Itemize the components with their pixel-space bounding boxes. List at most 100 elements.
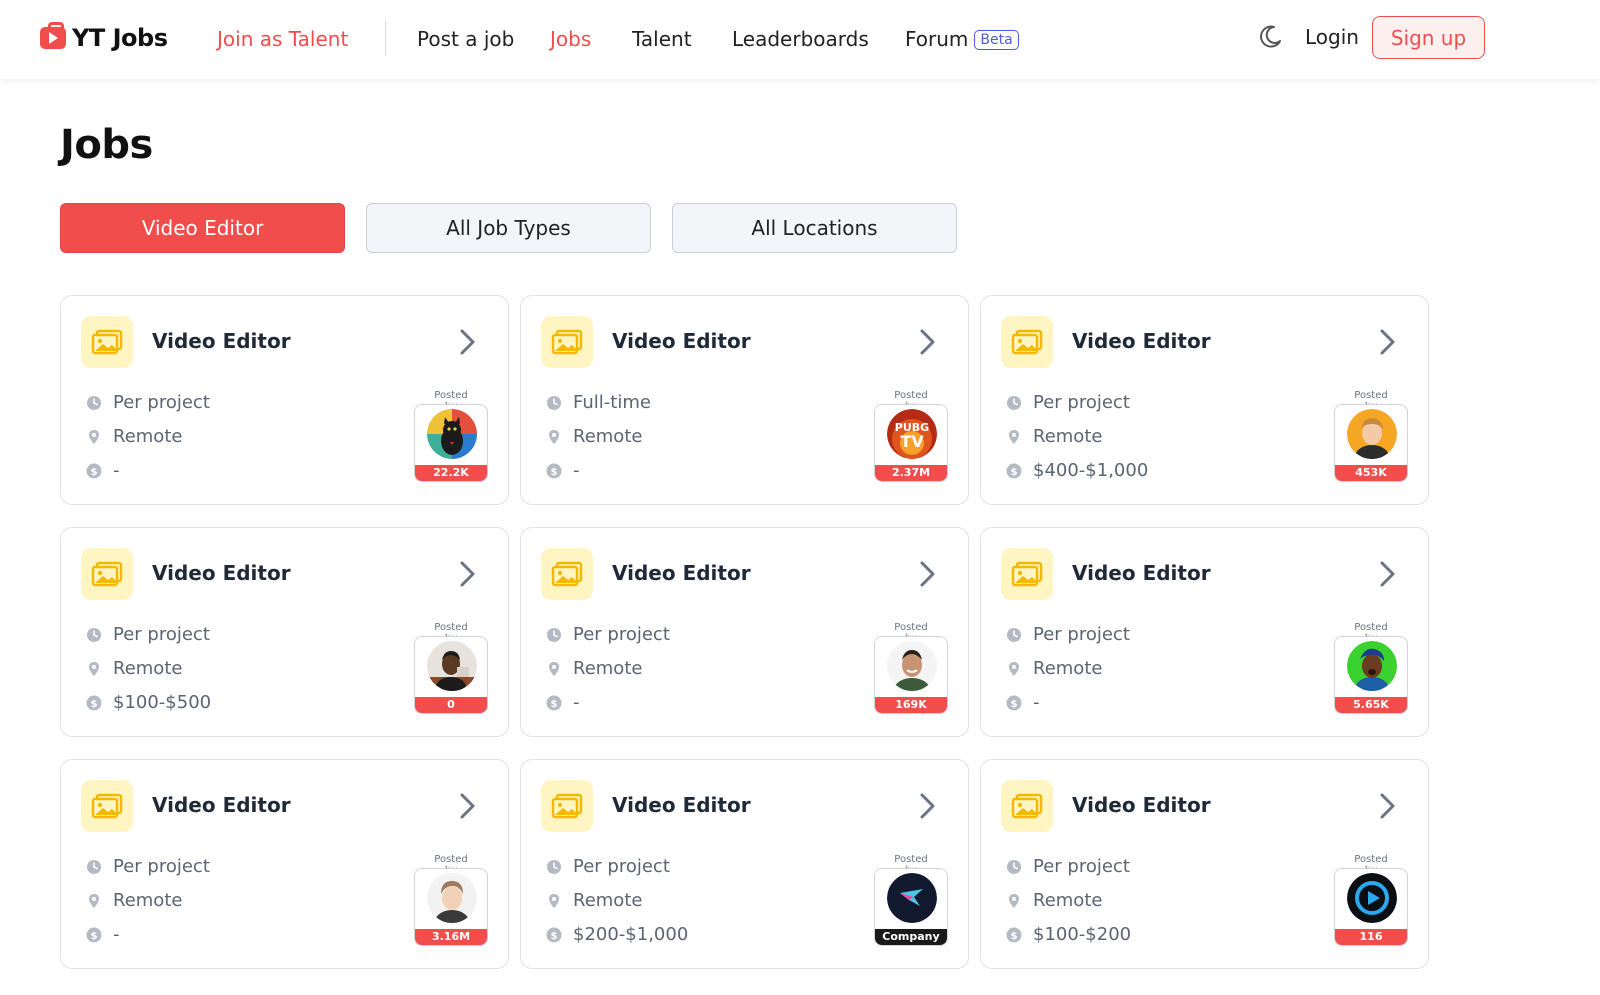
job-card[interactable]: Video Editor Per project Remote $ $400-$… [980,295,1429,505]
job-title: Video Editor [152,329,291,353]
svg-text:$: $ [1011,699,1018,710]
chevron-right-icon[interactable] [1374,326,1400,358]
job-type-filter-select[interactable]: All Job Types [366,203,651,253]
job-type-row: Per project [1006,624,1130,645]
poster-card[interactable]: 453K [1334,404,1408,482]
nav-talent[interactable]: Talent [632,27,692,51]
beta-badge: Beta [974,30,1019,50]
clock-icon [546,627,562,643]
job-pay: - [113,924,120,945]
chevron-right-icon[interactable] [914,326,940,358]
job-pay: - [113,460,120,481]
poster-card[interactable]: 169K [874,636,948,714]
dollar-icon: $ [86,463,102,479]
job-card[interactable]: Video Editor Per project Remote $ $100-$… [980,759,1429,969]
job-card[interactable]: Video Editor Full-time Remote $ - Posted… [520,295,969,505]
poster-card[interactable]: PUBG TV 2.37M [874,404,948,482]
job-pay: $200-$1,000 [573,924,689,945]
chevron-right-icon[interactable] [1374,790,1400,822]
subscriber-count-badge: 5.65K [1335,697,1407,713]
login-link[interactable]: Login [1305,25,1359,49]
chevron-right-icon[interactable] [454,558,480,590]
subscriber-count-badge: 453K [1335,465,1407,481]
chevron-right-icon[interactable] [454,326,480,358]
image-gallery-icon [541,316,593,368]
map-pin-icon [546,893,562,909]
job-card[interactable]: Video Editor Per project Remote $ $100-$… [60,527,509,737]
clock-icon [546,859,562,875]
top-nav: YT Jobs Join as Talent Post a job Jobs T… [0,0,1600,79]
job-card[interactable]: Video Editor Per project Remote $ $200-$… [520,759,969,969]
job-location: Remote [113,426,183,447]
svg-text:$: $ [551,699,558,710]
job-card[interactable]: Video Editor Per project Remote $ - Post… [520,527,969,737]
job-pay: - [573,460,580,481]
map-pin-icon [1006,661,1022,677]
job-pay-row: $ $100-$200 [1006,924,1131,945]
svg-text:$: $ [551,931,558,942]
channel-avatar [1347,409,1397,459]
dollar-icon: $ [546,927,562,943]
svg-text:$: $ [1011,931,1018,942]
poster-card[interactable]: 0 [414,636,488,714]
job-title: Video Editor [1072,561,1211,585]
role-filter-select[interactable]: Video Editor [60,203,345,253]
chevron-right-icon[interactable] [454,790,480,822]
job-title: Video Editor [612,793,751,817]
job-type-row: Per project [546,624,670,645]
chevron-right-icon[interactable] [914,558,940,590]
nav-post-job[interactable]: Post a job [417,27,514,51]
job-type-row: Per project [86,624,210,645]
channel-avatar [1347,641,1397,691]
logo[interactable]: YT Jobs [40,22,168,52]
chevron-right-icon[interactable] [1374,558,1400,590]
job-title: Video Editor [1072,793,1211,817]
job-location: Remote [573,426,643,447]
job-card[interactable]: Video Editor Per project Remote $ - Post… [60,295,509,505]
moon-icon[interactable] [1257,24,1283,50]
signup-button[interactable]: Sign up [1372,16,1485,59]
svg-text:$: $ [91,467,98,478]
poster-card[interactable]: 22.2K [414,404,488,482]
nav-leaderboards[interactable]: Leaderboards [732,27,869,51]
job-location: Remote [113,658,183,679]
image-gallery-icon [81,548,133,600]
nav-forum[interactable]: Forum Beta [905,27,1019,51]
job-type: Per project [113,856,210,877]
map-pin-icon [546,429,562,445]
map-pin-icon [1006,429,1022,445]
logo-icon [40,22,66,49]
chevron-right-icon[interactable] [914,790,940,822]
job-pay-row: $ - [546,460,580,481]
job-pay-row: $ $400-$1,000 [1006,460,1148,481]
dollar-icon: $ [546,463,562,479]
job-card[interactable]: Video Editor Per project Remote $ - Post… [60,759,509,969]
job-pay: $100-$500 [113,692,212,713]
channel-avatar [427,641,477,691]
svg-text:$: $ [91,699,98,710]
job-location-row: Remote [546,890,642,911]
job-card[interactable]: Video Editor Per project Remote $ - Post… [980,527,1429,737]
page-title: Jobs [60,122,153,168]
poster-card[interactable]: 116 [1334,868,1408,946]
subscriber-count-badge: 0 [415,697,487,713]
job-title: Video Editor [612,561,751,585]
nav-join-talent[interactable]: Join as Talent [217,27,348,51]
poster-card[interactable]: 5.65K [1334,636,1408,714]
nav-divider [385,20,386,56]
job-title: Video Editor [152,793,291,817]
svg-text:$: $ [1011,467,1018,478]
poster-card[interactable]: 3.16M [414,868,488,946]
job-location: Remote [113,890,183,911]
job-pay: $400-$1,000 [1033,460,1149,481]
nav-jobs[interactable]: Jobs [550,27,591,51]
poster-card[interactable]: Company [874,868,948,946]
image-gallery-icon [541,780,593,832]
clock-icon [86,627,102,643]
job-pay-row: $ $200-$1,000 [546,924,688,945]
subscriber-count-badge: 22.2K [415,465,487,481]
subscriber-count-badge: 169K [875,697,947,713]
job-type: Per project [573,856,670,877]
location-filter-select[interactable]: All Locations [672,203,957,253]
job-title: Video Editor [612,329,751,353]
